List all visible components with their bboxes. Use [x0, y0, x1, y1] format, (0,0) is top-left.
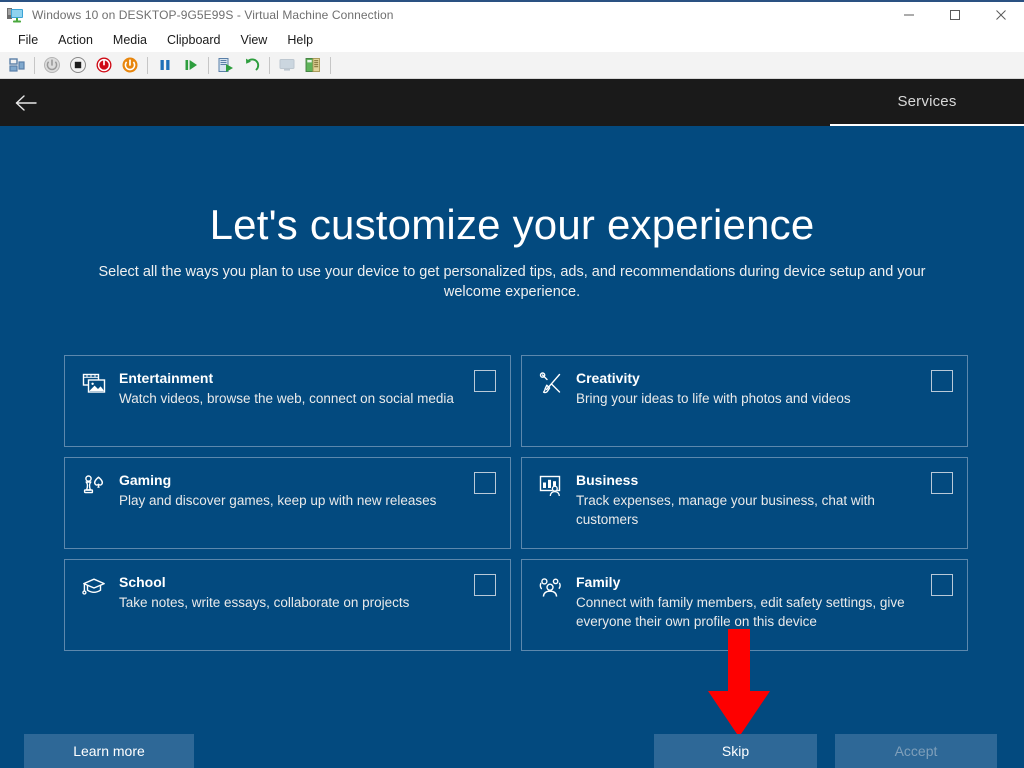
menu-item-file[interactable]: File — [8, 30, 48, 50]
oobe-header: Services — [0, 79, 1024, 126]
virtual-machine-icon — [7, 6, 25, 24]
card-text: Business Track expenses, manage your bus… — [576, 472, 951, 529]
toolbar — [0, 52, 1024, 79]
card-text: Entertainment Watch videos, browse the w… — [119, 370, 494, 408]
maximize-icon[interactable] — [932, 2, 978, 28]
learn-more-button[interactable]: Learn more — [24, 734, 194, 768]
revert-icon[interactable] — [241, 54, 263, 76]
reset-icon[interactable] — [119, 54, 141, 76]
menu-item-clipboard[interactable]: Clipboard — [157, 30, 231, 50]
family-people-icon — [538, 575, 564, 601]
skip-button[interactable]: Skip — [654, 734, 817, 768]
page-subtitle: Select all the ways you plan to use your… — [98, 264, 926, 300]
card-text: Creativity Bring your ideas to life with… — [576, 370, 951, 408]
toolbar-separator — [269, 56, 270, 74]
toolbar-separator — [330, 56, 331, 74]
checkbox-creativity[interactable] — [931, 370, 953, 392]
shutdown-icon[interactable] — [67, 54, 89, 76]
card-description: Track expenses, manage your business, ch… — [576, 493, 875, 527]
card-title: School — [119, 574, 166, 590]
card-row: School Take notes, write essays, collabo… — [64, 559, 971, 651]
virtual-machine-connection-window: Windows 10 on DESKTOP-9G5E99S - Virtual … — [0, 0, 1024, 768]
window-title: Windows 10 on DESKTOP-9G5E99S - Virtual … — [32, 8, 394, 22]
school-graduation-cap-icon — [81, 575, 107, 601]
start-icon[interactable] — [41, 54, 63, 76]
toolbar-separator — [34, 56, 35, 74]
ctrl-alt-del-icon[interactable] — [6, 54, 28, 76]
checkbox-entertainment[interactable] — [474, 370, 496, 392]
menu-item-action[interactable]: Action — [48, 30, 103, 50]
toolbar-separator — [208, 56, 209, 74]
menu-item-help[interactable]: Help — [277, 30, 323, 50]
card-title: Business — [576, 472, 639, 488]
card-description: Bring your ideas to life with photos and… — [576, 391, 851, 406]
card-title: Entertainment — [119, 370, 214, 386]
checkbox-business[interactable] — [931, 472, 953, 494]
settings-icon[interactable] — [302, 54, 324, 76]
card-school[interactable]: School Take notes, write essays, collabo… — [64, 559, 511, 651]
window-controls — [886, 2, 1024, 28]
gaming-pawn-spade-icon — [81, 473, 107, 499]
pause-icon[interactable] — [154, 54, 176, 76]
minimize-icon[interactable] — [886, 2, 932, 28]
menubar: File Action Media Clipboard View Help — [0, 28, 1024, 52]
card-description: Connect with family members, edit safety… — [576, 595, 905, 629]
card-row: Gaming Play and discover games, keep up … — [64, 457, 971, 549]
checkbox-school[interactable] — [474, 574, 496, 596]
card-family[interactable]: Family Connect with family members, edit… — [521, 559, 968, 651]
card-description: Play and discover games, keep up with ne… — [119, 493, 437, 508]
turn-off-icon[interactable] — [93, 54, 115, 76]
interest-cards-grid: Entertainment Watch videos, browse the w… — [64, 355, 971, 661]
resume-icon[interactable] — [180, 54, 202, 76]
card-entertainment[interactable]: Entertainment Watch videos, browse the w… — [64, 355, 511, 447]
menu-item-view[interactable]: View — [230, 30, 277, 50]
card-business[interactable]: Business Track expenses, manage your bus… — [521, 457, 968, 549]
menu-item-media[interactable]: Media — [103, 30, 157, 50]
page-title: Let's customize your experience — [209, 201, 815, 248]
entertainment-media-icon — [81, 371, 107, 397]
tab-services-label: Services — [897, 93, 957, 110]
checkbox-gaming[interactable] — [474, 472, 496, 494]
card-text: Family Connect with family members, edit… — [576, 574, 951, 631]
checkpoint-icon[interactable] — [215, 54, 237, 76]
card-gaming[interactable]: Gaming Play and discover games, keep up … — [64, 457, 511, 549]
card-title: Creativity — [576, 370, 640, 386]
close-icon[interactable] — [978, 2, 1024, 28]
toolbar-separator — [147, 56, 148, 74]
accept-button[interactable]: Accept — [835, 734, 997, 768]
tab-services[interactable]: Services — [830, 79, 1024, 126]
back-arrow-icon[interactable] — [8, 87, 44, 119]
oobe-content: Let's customize your experience Select a… — [0, 126, 1024, 768]
card-title: Gaming — [119, 472, 172, 488]
card-text: School Take notes, write essays, collabo… — [119, 574, 494, 612]
card-description: Watch videos, browse the web, connect on… — [119, 391, 454, 406]
card-title: Family — [576, 574, 621, 590]
creativity-pen-brush-icon — [538, 371, 564, 397]
card-row: Entertainment Watch videos, browse the w… — [64, 355, 971, 447]
checkbox-family[interactable] — [931, 574, 953, 596]
card-description: Take notes, write essays, collaborate on… — [119, 595, 410, 610]
window-titlebar: Windows 10 on DESKTOP-9G5E99S - Virtual … — [0, 0, 1024, 28]
business-chart-person-icon — [538, 473, 564, 499]
enhanced-session-icon[interactable] — [276, 54, 298, 76]
card-text: Gaming Play and discover games, keep up … — [119, 472, 494, 510]
card-creativity[interactable]: Creativity Bring your ideas to life with… — [521, 355, 968, 447]
